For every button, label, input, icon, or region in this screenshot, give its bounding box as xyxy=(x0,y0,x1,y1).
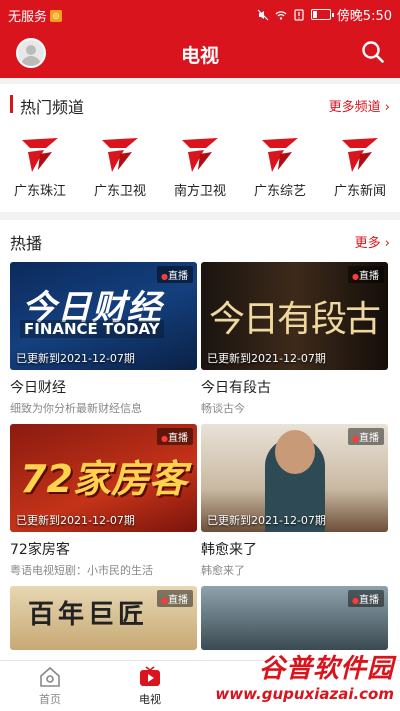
show-title: 今日有段古 xyxy=(201,380,271,396)
nav-home[interactable]: 首页 xyxy=(10,665,90,707)
live-badge: 直播 xyxy=(348,590,384,607)
clock: 傍晚5:50 xyxy=(336,9,392,24)
hot-channels-section: 热门频道 更多频道 › 广东珠江 广东卫视 南方卫视 广东综艺 广东新闻 xyxy=(0,84,400,212)
more-channels-link[interactable]: 更多频道 › xyxy=(329,96,390,115)
show-card[interactable]: 72家房客 直播已更新到2021-12-07期 72家房客粤语电视短剧：小市民的生活 xyxy=(10,424,197,578)
show-thumbnail[interactable]: 今日有段古 直播已更新到2021-12-07期 xyxy=(201,262,388,370)
thumbnail-art-title: 72家房客 xyxy=(20,457,187,501)
thumbnail-art-title: 百年巨匠 xyxy=(28,600,149,630)
show-description: 粤语电视短剧：小市民的生活 xyxy=(10,564,153,577)
home-icon xyxy=(40,666,60,687)
live-badge: 直播 xyxy=(348,428,384,445)
channel-label: 广东卫视 xyxy=(93,184,146,199)
show-card[interactable]: 今日财经FINANCE TODAY直播已更新到2021-12-07期今日财经细致… xyxy=(10,262,197,416)
show-thumbnail[interactable]: 今日财经FINANCE TODAY直播已更新到2021-12-07期 xyxy=(10,262,197,370)
channel-item[interactable]: 广东珠江 xyxy=(4,130,76,199)
show-card[interactable]: 今日有段古直播已更新到2021-12-07期今日有段古畅谈古今 xyxy=(201,262,388,416)
alert-icon xyxy=(294,8,304,21)
show-description: 畅谈古今 xyxy=(201,402,245,415)
update-label: 已更新到2021-12-07期 xyxy=(16,514,135,527)
section-title: 热播 xyxy=(10,234,43,253)
channel-item[interactable]: 广东新闻 xyxy=(324,130,396,199)
show-title: 今日财经 xyxy=(10,380,66,396)
wifi-icon xyxy=(275,10,287,20)
show-card[interactable]: 直播已更新到2021-12-07期韩愈来了韩愈来了 xyxy=(201,424,388,578)
gdtv-logo-icon xyxy=(22,138,58,172)
search-icon[interactable] xyxy=(360,39,386,65)
show-card[interactable]: 直播 xyxy=(201,586,388,650)
show-thumbnail[interactable]: 直播已更新到2021-12-07期 xyxy=(201,424,388,532)
live-badge: 直播 xyxy=(157,266,193,283)
nav-tv[interactable]: 电视 xyxy=(110,665,190,707)
notification-icon: ◎ xyxy=(50,9,63,22)
update-label: 已更新到2021-12-07期 xyxy=(16,352,135,365)
channel-label: 南方卫视 xyxy=(173,184,226,199)
thumbnail-art-subtitle: FINANCE TODAY xyxy=(20,320,164,338)
show-description: 韩愈来了 xyxy=(201,564,245,577)
battery-icon xyxy=(310,9,334,20)
page-title: 电视 xyxy=(180,45,219,67)
tv-play-icon xyxy=(140,666,160,686)
thumbnail-art-title: 今日有段古 xyxy=(209,299,381,340)
show-card[interactable]: 百年巨匠直播 xyxy=(10,586,197,650)
app-header: 无服务 ◎ 傍晚5:50 电视 xyxy=(0,0,400,78)
carrier-label: 无服务 xyxy=(8,10,48,25)
watermark: 谷普软件园 www.gupuxiazai.com xyxy=(215,648,394,703)
section-accent-bar xyxy=(10,95,13,113)
gdtv-logo-icon xyxy=(262,138,298,172)
channel-item[interactable]: 广东卫视 xyxy=(84,130,156,199)
show-thumbnail[interactable]: 72家房客 直播已更新到2021-12-07期 xyxy=(10,424,197,532)
live-badge: 直播 xyxy=(157,590,193,607)
show-title: 韩愈来了 xyxy=(201,542,257,558)
gdtv-logo-icon xyxy=(342,138,378,172)
show-description: 细致为你分析最新财经信息 xyxy=(10,402,142,415)
hot-shows-section: 热播 更多 › 今日财经FINANCE TODAY直播已更新到2021-12-0… xyxy=(0,220,400,660)
watermark-url: www.gupuxiazai.com xyxy=(215,685,394,703)
channel-label: 广东新闻 xyxy=(333,184,386,199)
show-title: 72家房客 xyxy=(10,542,70,558)
channel-label: 广东综艺 xyxy=(253,184,306,199)
live-badge: 直播 xyxy=(348,266,384,283)
section-title: 热门频道 xyxy=(20,98,85,117)
watermark-title: 谷普软件园 xyxy=(258,654,394,684)
gdtv-logo-icon xyxy=(182,138,218,172)
status-bar: 无服务 ◎ 傍晚5:50 xyxy=(0,0,400,28)
channel-label: 广东珠江 xyxy=(13,184,66,199)
show-thumbnail[interactable]: 直播 xyxy=(201,586,388,650)
gdtv-logo-icon xyxy=(102,138,138,172)
channel-item[interactable]: 南方卫视 xyxy=(164,130,236,199)
more-shows-link[interactable]: 更多 › xyxy=(355,232,390,251)
show-thumbnail[interactable]: 百年巨匠直播 xyxy=(10,586,197,650)
update-label: 已更新到2021-12-07期 xyxy=(207,352,326,365)
channel-item[interactable]: 广东综艺 xyxy=(244,130,316,199)
live-badge: 直播 xyxy=(157,428,193,445)
mute-icon xyxy=(257,9,269,20)
update-label: 已更新到2021-12-07期 xyxy=(207,514,326,527)
